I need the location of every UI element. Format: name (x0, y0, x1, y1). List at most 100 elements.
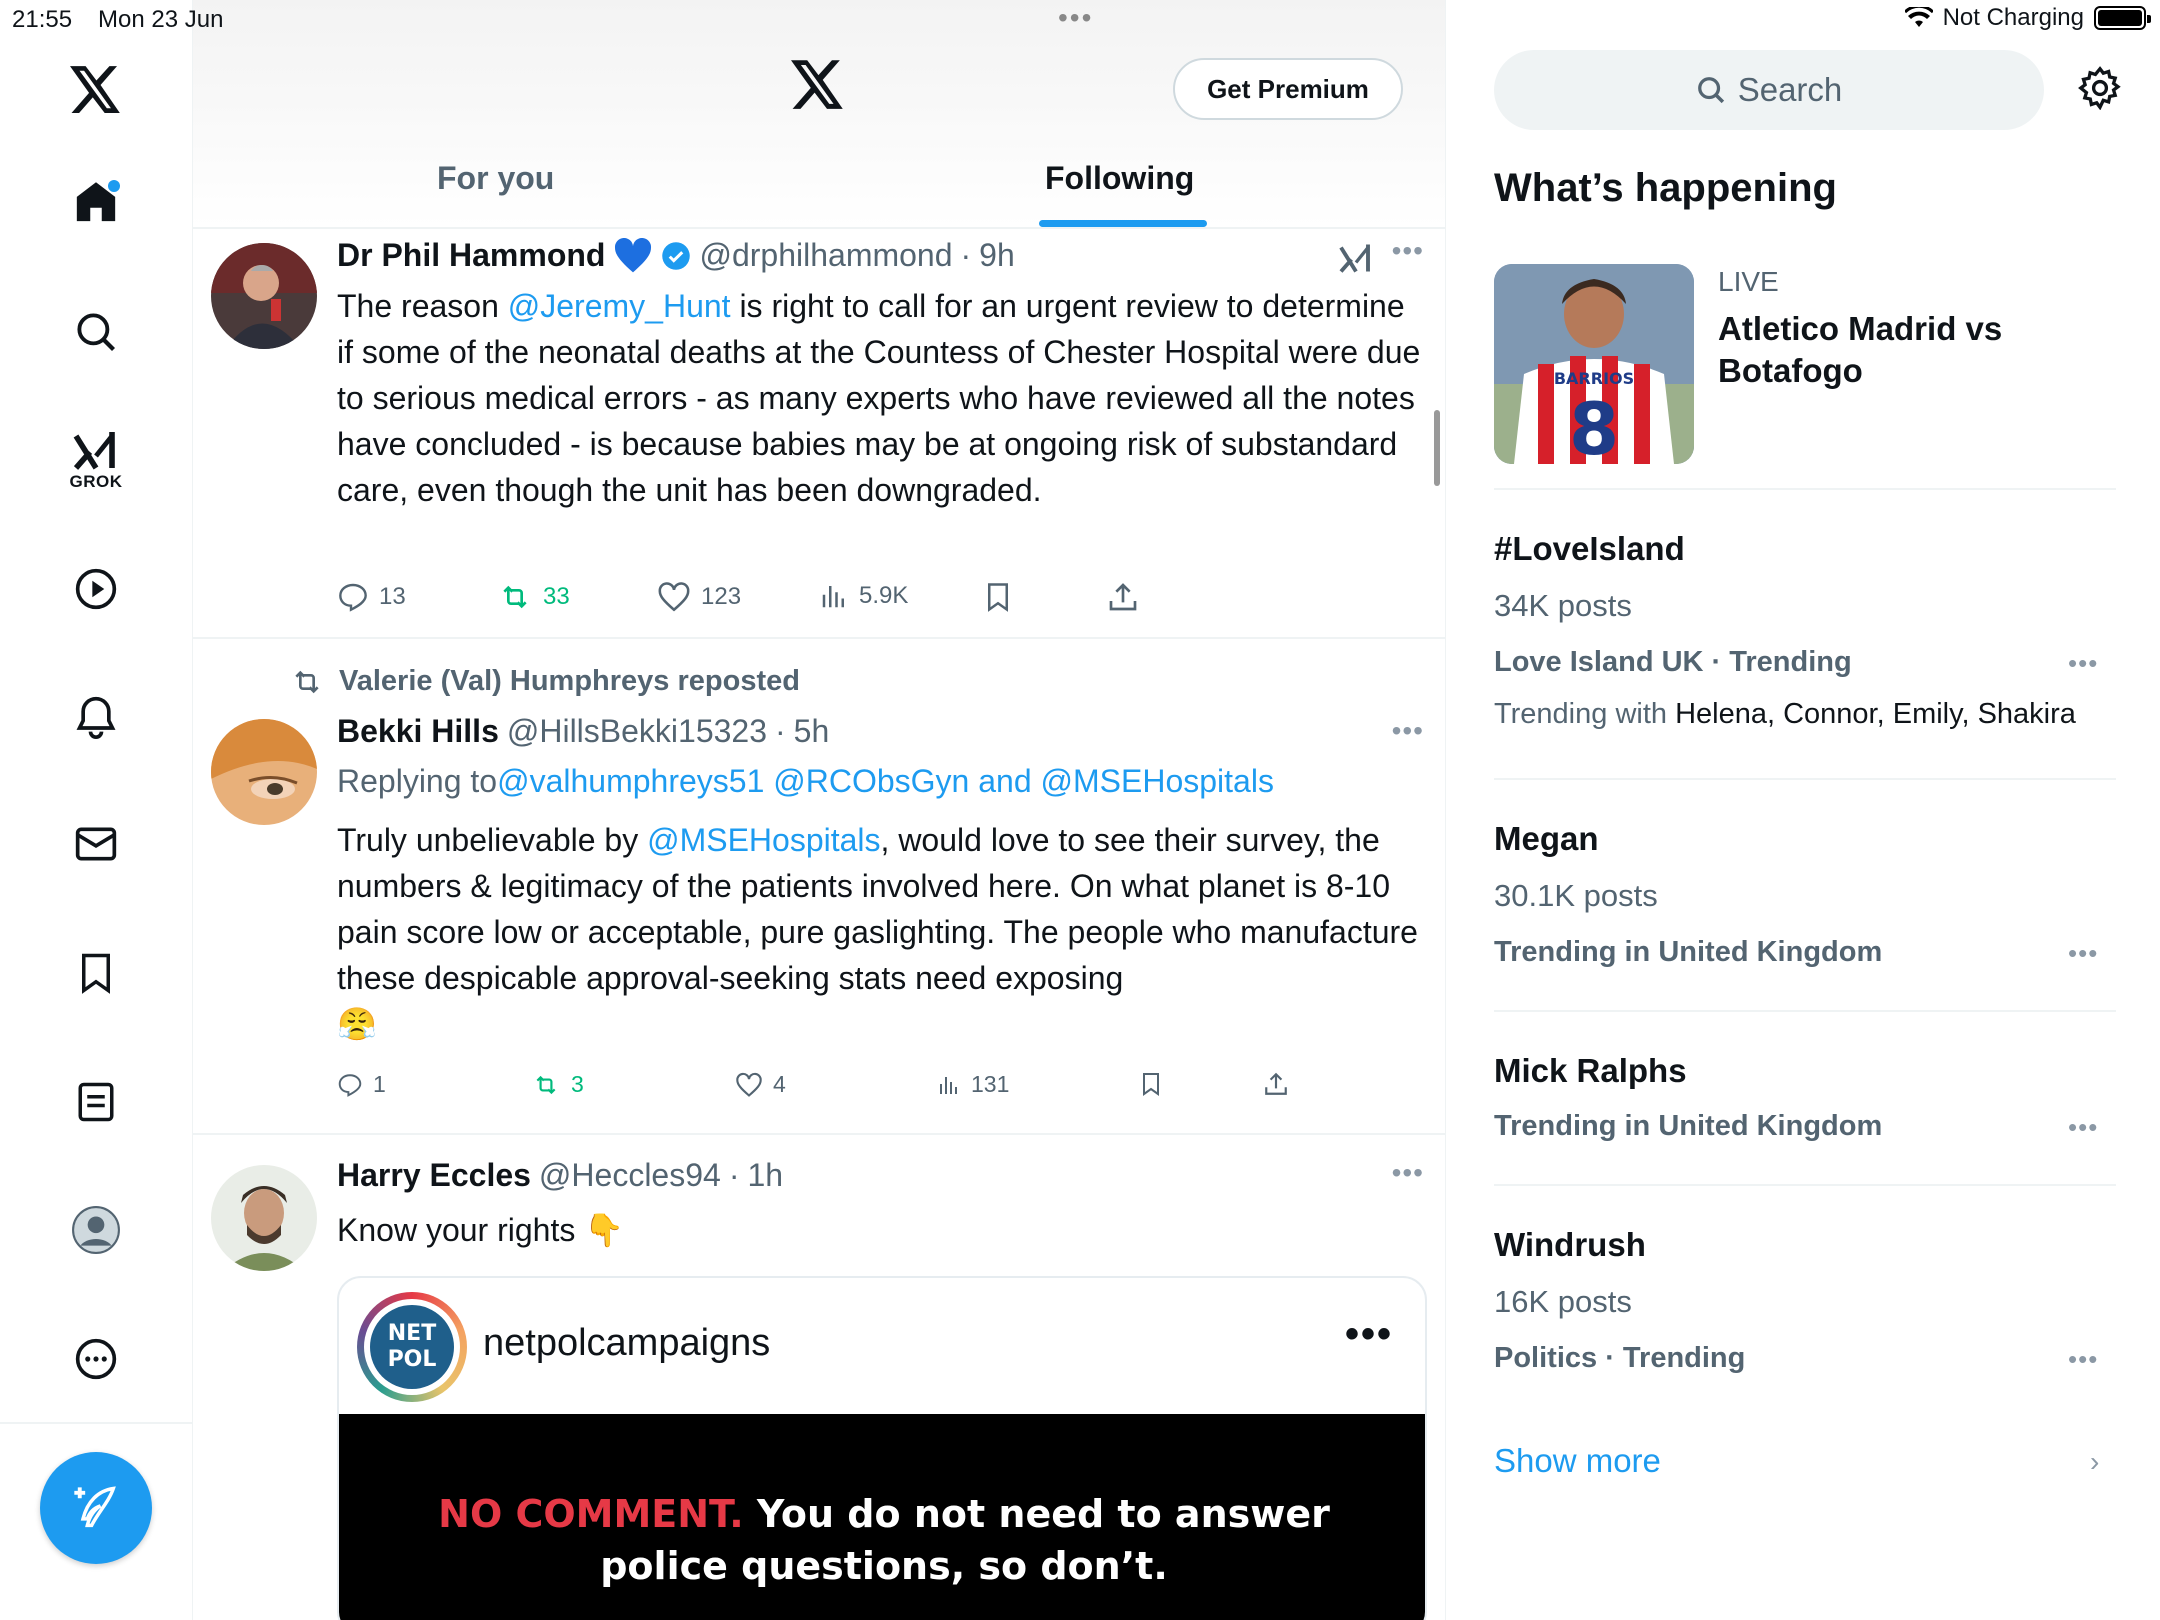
mention-link[interactable]: @Jeremy_Hunt (508, 288, 731, 324)
trend-category: Politics · Trending (1494, 1342, 1746, 1374)
nav-explore[interactable] (64, 300, 128, 364)
nav-grok[interactable]: GROK (64, 420, 128, 500)
views-button[interactable]: 5.9K (819, 581, 908, 611)
get-premium-button[interactable]: Get Premium (1173, 58, 1403, 120)
author-handle[interactable]: @Heccles94 (539, 1157, 721, 1194)
share-button[interactable] (1107, 581, 1139, 613)
trend-with: Trending with Helena, Connor, Emily, Sha… (1494, 698, 2076, 730)
trend-posts: 34K posts (1494, 588, 1632, 623)
x-logo-icon[interactable] (791, 60, 845, 115)
repost-label[interactable]: Valerie (Val) Humphreys reposted (339, 665, 800, 698)
bookmark-button[interactable] (983, 581, 1013, 613)
more-options-icon[interactable]: ••• (1392, 1157, 1424, 1189)
embedded-post-card[interactable]: NET POL netpolcampaigns ••• NO COMMENT. Y… (337, 1276, 1427, 1620)
reply-count: 13 (379, 583, 406, 610)
bookmark-button[interactable] (1139, 1071, 1163, 1097)
like-button[interactable]: 4 (735, 1071, 786, 1098)
tab-following[interactable]: Following (1045, 160, 1194, 220)
trend-with-names[interactable]: Helena, Connor, Emily, Shakira (1675, 698, 2076, 730)
view-count: 5.9K (859, 582, 909, 609)
live-event-image[interactable]: BARRIOS 8 (1494, 264, 1694, 464)
settings-button[interactable] (2078, 66, 2122, 115)
netpol-logo[interactable]: NET POL (357, 1292, 467, 1402)
nav-notifications[interactable] (64, 685, 128, 749)
replying-to-links[interactable]: @valhumphreys51 @RCObsGyn and @MSEHospit… (497, 763, 1274, 800)
trend-posts: 30.1K posts (1494, 878, 1658, 913)
views-button[interactable]: 131 (937, 1071, 1009, 1098)
nav-more[interactable] (64, 1327, 128, 1391)
reply-icon (338, 1073, 362, 1097)
reply-button[interactable]: 1 (337, 1071, 386, 1098)
tweet-time[interactable]: 1h (747, 1157, 783, 1194)
status-time: 21:55 (12, 6, 73, 33)
divider (1494, 778, 2116, 780)
nav-lists[interactable] (64, 1070, 128, 1134)
tweet-drphilhammond[interactable]: Dr Phil Hammond @drphilhammond · 9h ••• … (193, 229, 1445, 639)
status-right: Not Charging (1904, 4, 2151, 32)
trend-more-icon[interactable]: ••• (2068, 1344, 2098, 1375)
card-more-icon[interactable]: ••• (1345, 1312, 1393, 1357)
share-button[interactable] (1263, 1071, 1289, 1097)
live-label: LIVE (1718, 266, 1779, 297)
card-account-name[interactable]: netpolcampaigns (483, 1322, 770, 1365)
author-name[interactable]: Harry Eccles (337, 1157, 531, 1194)
compose-button[interactable] (40, 1452, 152, 1564)
repost-button[interactable]: 3 (531, 1071, 584, 1098)
nav-messages[interactable] (64, 812, 128, 876)
author-handle[interactable]: @HillsBekki15323 (507, 713, 767, 750)
tweet-hillsbekki[interactable]: Valerie (Val) Humphreys reposted Bekki H… (193, 639, 1445, 1135)
avatar[interactable] (211, 1165, 317, 1271)
card-media[interactable]: NO COMMENT. You do not need to answer po… (339, 1414, 1425, 1620)
trend-title[interactable]: Windrush (1494, 1226, 1646, 1264)
more-options-icon[interactable]: ••• (1392, 235, 1424, 267)
search-placeholder: Search (1737, 71, 1843, 108)
tweet-text: Truly unbelievable by @MSEHospitals, wou… (337, 822, 1418, 1042)
author-name[interactable]: Dr Phil Hammond (337, 237, 605, 274)
avatar[interactable] (211, 243, 317, 349)
trend-more-icon[interactable]: ••• (2068, 1112, 2098, 1143)
nav-video[interactable] (64, 557, 128, 621)
nav-bookmarks[interactable] (64, 941, 128, 1005)
scrollbar-thumb[interactable] (1434, 410, 1440, 486)
repost-count: 33 (543, 583, 570, 610)
mail-icon (75, 827, 117, 861)
repost-button[interactable]: 33 (497, 581, 570, 613)
nav-home[interactable] (64, 170, 128, 234)
author-name[interactable]: Bekki Hills (337, 713, 499, 750)
media-text-line1: You do not need to answer (743, 1492, 1330, 1536)
reply-button[interactable]: 13 (337, 581, 406, 613)
separator: · (775, 713, 786, 749)
tweet-text: The reason @Jeremy_Hunt is right to call… (337, 288, 1421, 508)
tab-for-you[interactable]: For you (437, 160, 554, 220)
reply-icon (339, 583, 367, 612)
search-input[interactable]: Search (1494, 50, 2044, 130)
tweet-time[interactable]: 9h (979, 237, 1015, 274)
multitask-dots-icon[interactable]: ••• (1058, 2, 1093, 34)
battery-icon (2094, 6, 2151, 30)
trend-title[interactable]: #LoveIsland (1494, 530, 1685, 568)
active-tab-indicator (1039, 220, 1207, 227)
verified-badge-icon (662, 241, 691, 270)
repost-context: Valerie (Val) Humphreys reposted (287, 665, 800, 698)
author-handle[interactable]: @drphilhammond (699, 237, 952, 274)
like-button[interactable]: 123 (657, 581, 741, 613)
live-event-title[interactable]: Atletico Madrid vs Botafogo (1718, 308, 2018, 392)
mention-link[interactable]: @MSEHospitals (647, 822, 880, 858)
home-notification-dot (108, 180, 120, 192)
nav-profile[interactable] (64, 1198, 128, 1262)
x-logo-icon[interactable] (64, 58, 128, 122)
trend-more-icon[interactable]: ••• (2068, 648, 2098, 679)
tweet-time[interactable]: 5h (794, 713, 830, 750)
avatar[interactable] (211, 719, 317, 825)
tweet-text: Know your rights 👇 (337, 1212, 625, 1248)
trend-title[interactable]: Mick Ralphs (1494, 1052, 1687, 1090)
more-options-icon[interactable]: ••• (1392, 715, 1424, 747)
nav-divider (0, 1422, 193, 1424)
grok-icon[interactable] (1338, 241, 1374, 275)
trend-title[interactable]: Megan (1494, 820, 1599, 858)
show-more-link[interactable]: Show more (1494, 1442, 1661, 1480)
share-icon (1265, 1072, 1287, 1095)
trend-more-icon[interactable]: ••• (2068, 938, 2098, 969)
tweet-header: Harry Eccles @Heccles94 · 1h (337, 1157, 783, 1194)
status-bar: 21:55 Mon 23 Jun ••• Not Charging (0, 0, 2160, 40)
